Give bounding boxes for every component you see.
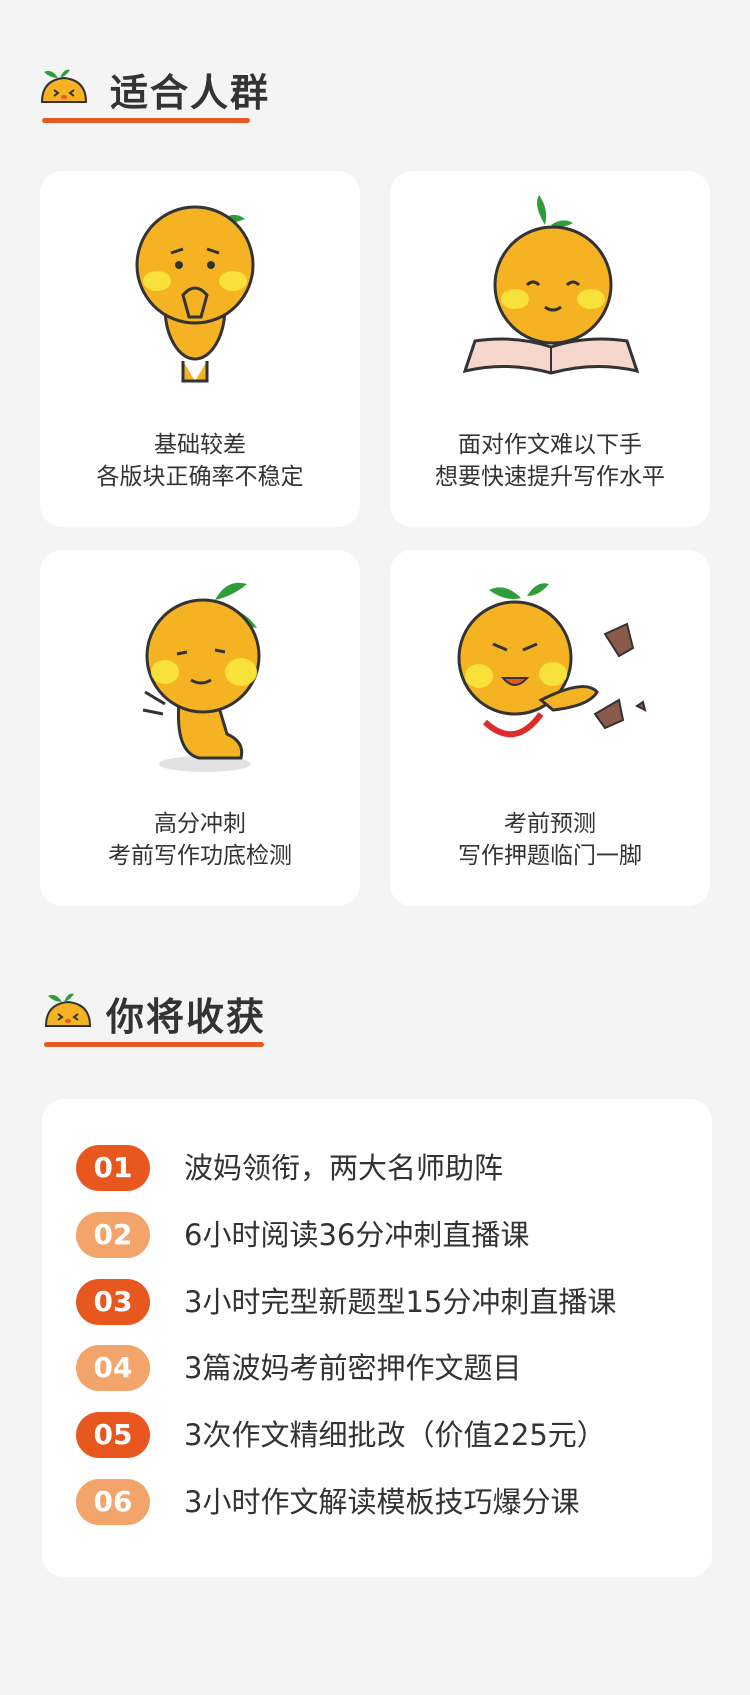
kneeling-mascot-icon — [142, 582, 261, 772]
suitable-section-heading: 适合人群 — [38, 58, 298, 128]
item-number-badge: 04 — [76, 1345, 150, 1391]
card-caption: 面对作文难以下手 想要快速提升写作水平 — [435, 432, 665, 490]
item-text: 6小时阅读36分冲刺直播课 — [184, 1218, 530, 1252]
item-number-badge: 02 — [76, 1212, 150, 1258]
item-text: 波妈领衔，两大名师助阵 — [184, 1151, 504, 1185]
item-text: 3次作文精细批改（价值225元） — [184, 1418, 606, 1452]
item-number-badge: 01 — [76, 1145, 150, 1191]
audience-card: 基础较差 各版块正确率不稳定 — [40, 171, 360, 527]
kicking-mascot-icon — [457, 583, 647, 738]
gains-section-heading: 你将收获 — [42, 982, 302, 1052]
list-item: 04 3篇波妈考前密押作文题目 — [76, 1345, 696, 1391]
title-underline — [42, 118, 250, 123]
orange-mascot-icon — [40, 69, 88, 103]
audience-card: 考前预测 写作押题临门一脚 — [390, 550, 710, 906]
title-underline — [44, 1042, 264, 1047]
item-number-badge: 06 — [76, 1479, 150, 1525]
item-text: 3小时完型新题型15分冲刺直播课 — [184, 1285, 617, 1319]
item-text: 3篇波妈考前密押作文题目 — [184, 1351, 522, 1385]
item-number-badge: 03 — [76, 1279, 150, 1325]
list-item: 06 3小时作文解读模板技巧爆分课 — [76, 1479, 696, 1525]
audience-card: 面对作文难以下手 想要快速提升写作水平 — [390, 171, 710, 527]
list-item: 01 波妈领衔，两大名师助阵 — [76, 1145, 696, 1191]
item-number-badge: 05 — [76, 1412, 150, 1458]
benefits-list: 01 波妈领衔，两大名师助阵 02 6小时阅读36分冲刺直播课 03 3小时完型… — [42, 1099, 712, 1577]
praying-mascot-icon — [135, 205, 255, 383]
section-title: 适合人群 — [110, 71, 271, 115]
list-item: 05 3次作文精细批改（价值225元） — [76, 1412, 696, 1458]
audience-card: 高分冲刺 考前写作功底检测 — [40, 550, 360, 906]
list-item: 03 3小时完型新题型15分冲刺直播课 — [76, 1279, 696, 1325]
card-caption: 考前预测 写作押题临门一脚 — [458, 811, 642, 869]
item-text: 3小时作文解读模板技巧爆分课 — [184, 1485, 580, 1519]
section-title: 你将收获 — [106, 995, 267, 1039]
card-caption: 基础较差 各版块正确率不稳定 — [96, 432, 304, 490]
orange-mascot-icon — [44, 993, 92, 1027]
list-item: 02 6小时阅读36分冲刺直播课 — [76, 1212, 696, 1258]
reading-mascot-icon — [462, 195, 640, 375]
card-caption: 高分冲刺 考前写作功底检测 — [108, 811, 292, 869]
